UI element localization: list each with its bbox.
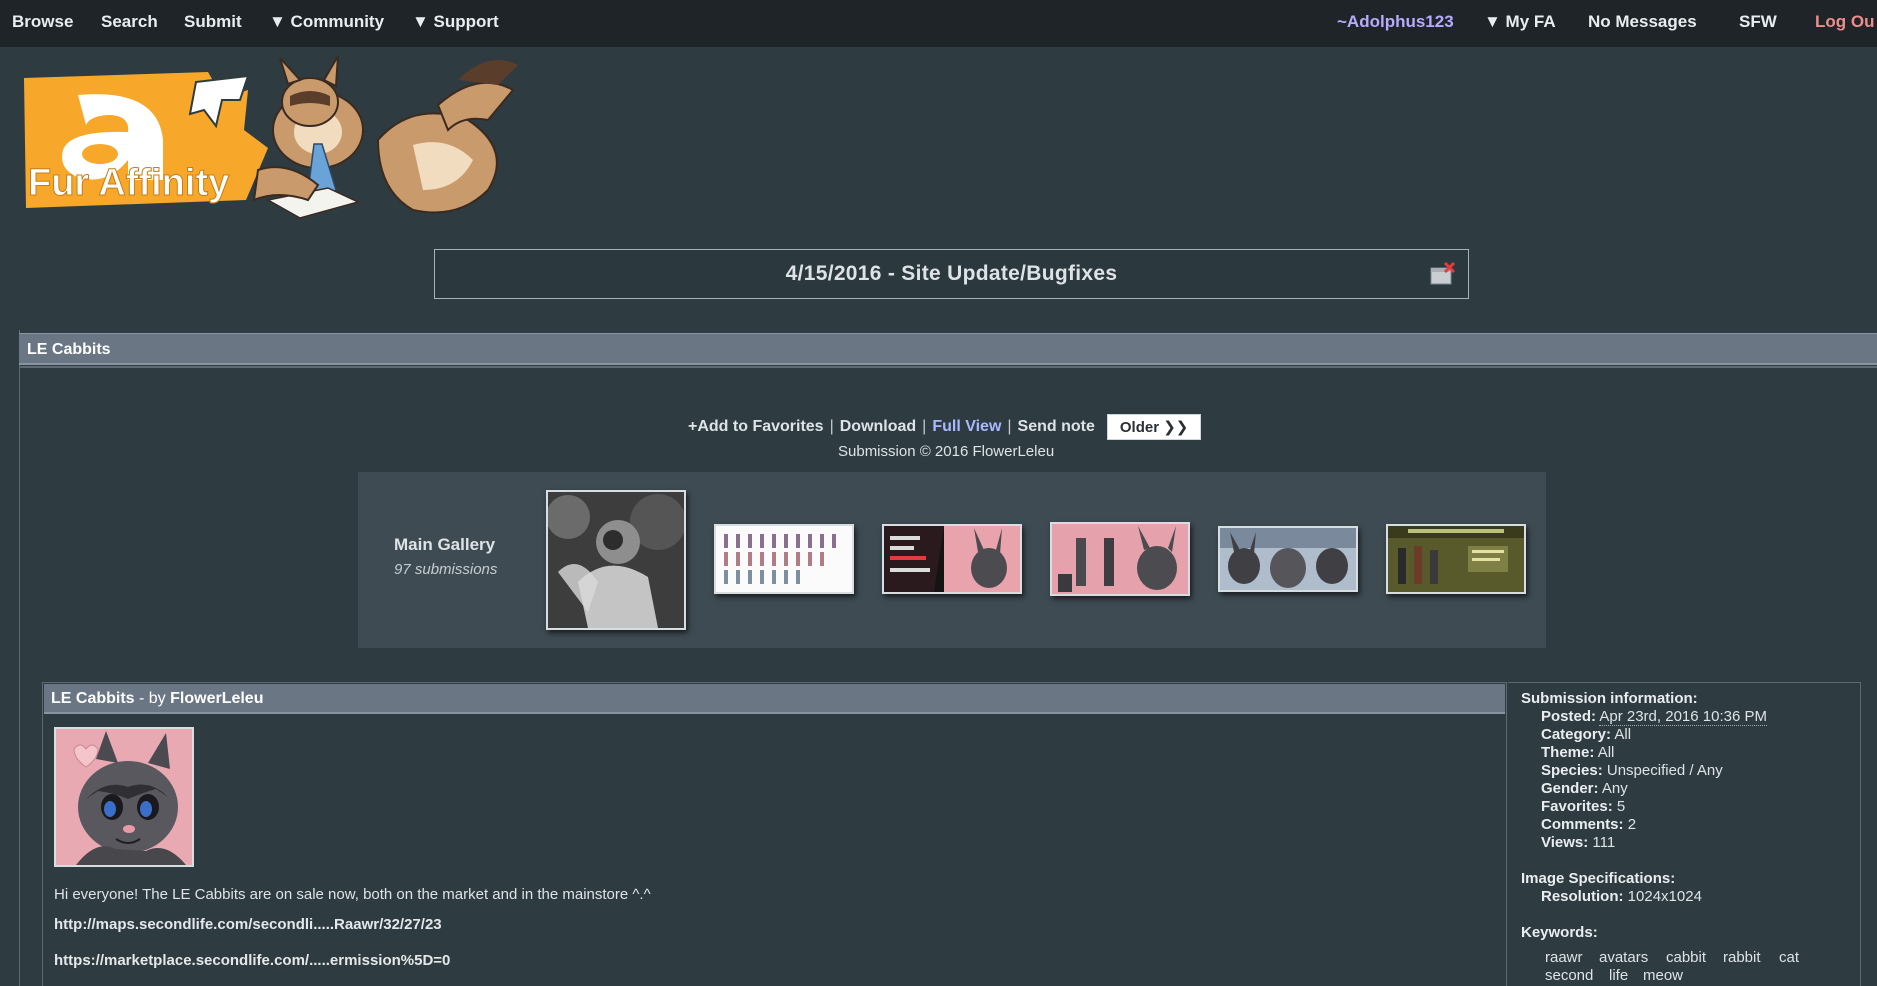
separator: | [1007, 418, 1012, 435]
info-theme: Theme: All [1541, 744, 1614, 761]
info-gender: Gender: Any [1541, 780, 1628, 797]
top-nav: Browse Search Submit ▼ Community ▼ Suppo… [0, 0, 1877, 47]
gallery-thumbnail[interactable] [1218, 526, 1358, 592]
info-label: Gender: [1541, 780, 1599, 797]
author-link[interactable]: FlowerLeleu [170, 690, 263, 707]
send-note-link[interactable]: Send note [1018, 418, 1095, 436]
info-value: 2 [1627, 816, 1637, 833]
fur-affinity-logo-art: Fur Affinity [24, 55, 518, 219]
copyright-text: Submission © 2016 FlowerLeleu [838, 443, 1055, 460]
info-views: Views: 111 [1541, 834, 1615, 851]
info-label: Views: [1541, 834, 1589, 851]
info-resolution: Resolution: 1024x1024 [1541, 888, 1702, 905]
nav-search[interactable]: Search [101, 12, 158, 32]
by-label: - by [134, 690, 171, 707]
info-favorites: Favorites: 5 [1541, 798, 1625, 815]
separator: | [829, 418, 834, 435]
full-view-link[interactable]: Full View [932, 418, 1001, 436]
site-update-notice[interactable]: 4/15/2016 - Site Update/Bugfixes [434, 249, 1469, 299]
separator: | [922, 418, 927, 435]
notice-title: 4/15/2016 - Site Update/Bugfixes [785, 262, 1118, 285]
gallery-thumbnail[interactable] [546, 490, 686, 630]
info-value: Unspecified / Any [1606, 762, 1723, 779]
info-species: Species: Unspecified / Any [1541, 762, 1723, 779]
submission-title: LE Cabbits [51, 690, 135, 707]
info-value: All [1597, 744, 1615, 761]
nav-sfw[interactable]: SFW [1739, 12, 1777, 32]
info-value: Any [1601, 780, 1628, 797]
info-category: Category: All [1541, 726, 1631, 743]
gallery-count: 97 submissions [394, 561, 498, 578]
info-comments: Comments: 2 [1541, 816, 1636, 833]
info-label: Category: [1541, 726, 1612, 743]
nav-support[interactable]: ▼ Support [412, 12, 499, 32]
description-text: Hi everyone! The LE Cabbits are on sale … [54, 886, 651, 903]
logo-text: Fur Affinity [28, 162, 229, 204]
nav-community[interactable]: ▼ Community [269, 12, 384, 32]
gallery-thumbnail[interactable] [1050, 522, 1190, 596]
gallery-title[interactable]: Main Gallery [394, 535, 495, 555]
section-divider [19, 366, 1877, 368]
info-label: Resolution: [1541, 888, 1624, 905]
info-value: 111 [1592, 834, 1616, 851]
close-notice-icon[interactable] [1430, 261, 1456, 286]
nav-browse[interactable]: Browse [12, 12, 73, 32]
keyword-link[interactable]: cabbit [1666, 949, 1706, 966]
info-label: Posted: [1541, 708, 1597, 725]
info-value: 5 [1616, 798, 1626, 815]
keyword-link[interactable]: life [1609, 967, 1628, 984]
gallery-strip: Main Gallery 97 submissions [358, 472, 1546, 648]
keyword-link[interactable]: meow [1643, 967, 1683, 984]
gallery-thumbnail[interactable] [882, 524, 1022, 594]
keyword-link[interactable]: second [1545, 967, 1593, 984]
keyword-link[interactable]: raawr [1545, 949, 1583, 966]
description-panel [42, 682, 1507, 986]
info-value: 1024x1024 [1627, 888, 1702, 905]
info-label: Species: [1541, 762, 1603, 779]
submission-actions: +Add to Favorites | Download | Full View… [688, 414, 1202, 440]
info-posted: Posted: Apr 23rd, 2016 10:36 PM [1541, 708, 1767, 726]
site-logo[interactable]: Fur Affinity [18, 50, 593, 225]
gallery-thumbnail[interactable] [714, 524, 854, 594]
nav-logout[interactable]: Log Ou [1815, 12, 1874, 32]
keyword-link[interactable]: rabbit [1723, 949, 1761, 966]
description-header: LE Cabbits - by FlowerLeleu [44, 684, 1505, 714]
section-header: LE Cabbits [19, 333, 1877, 365]
info-label: Theme: [1541, 744, 1595, 761]
description-link[interactable]: https://marketplace.secondlife.com/.....… [54, 952, 450, 969]
older-button[interactable]: Older ❯❯ [1106, 414, 1202, 440]
info-label: Comments: [1541, 816, 1624, 833]
description-link[interactable]: http://maps.secondlife.com/secondli.....… [54, 916, 442, 933]
nav-my-fa[interactable]: ▼ My FA [1484, 12, 1556, 32]
nav-user[interactable]: ~Adolphus123 [1337, 12, 1454, 32]
info-value: All [1614, 726, 1632, 743]
download-link[interactable]: Download [840, 418, 916, 436]
keyword-link[interactable]: cat [1779, 949, 1799, 966]
nav-submit[interactable]: Submit [184, 12, 242, 32]
gallery-thumbnail[interactable] [1386, 524, 1526, 594]
info-label: Favorites: [1541, 798, 1613, 815]
image-spec-heading: Image Specifications: [1521, 870, 1676, 887]
keywords-heading: Keywords: [1521, 924, 1598, 941]
avatar[interactable] [54, 727, 194, 867]
add-to-favorites-link[interactable]: +Add to Favorites [688, 418, 824, 436]
info-value: Apr 23rd, 2016 10:36 PM [1599, 708, 1767, 726]
keyword-link[interactable]: avatars [1599, 949, 1648, 966]
info-heading: Submission information: [1521, 690, 1698, 707]
nav-messages[interactable]: No Messages [1588, 12, 1697, 32]
